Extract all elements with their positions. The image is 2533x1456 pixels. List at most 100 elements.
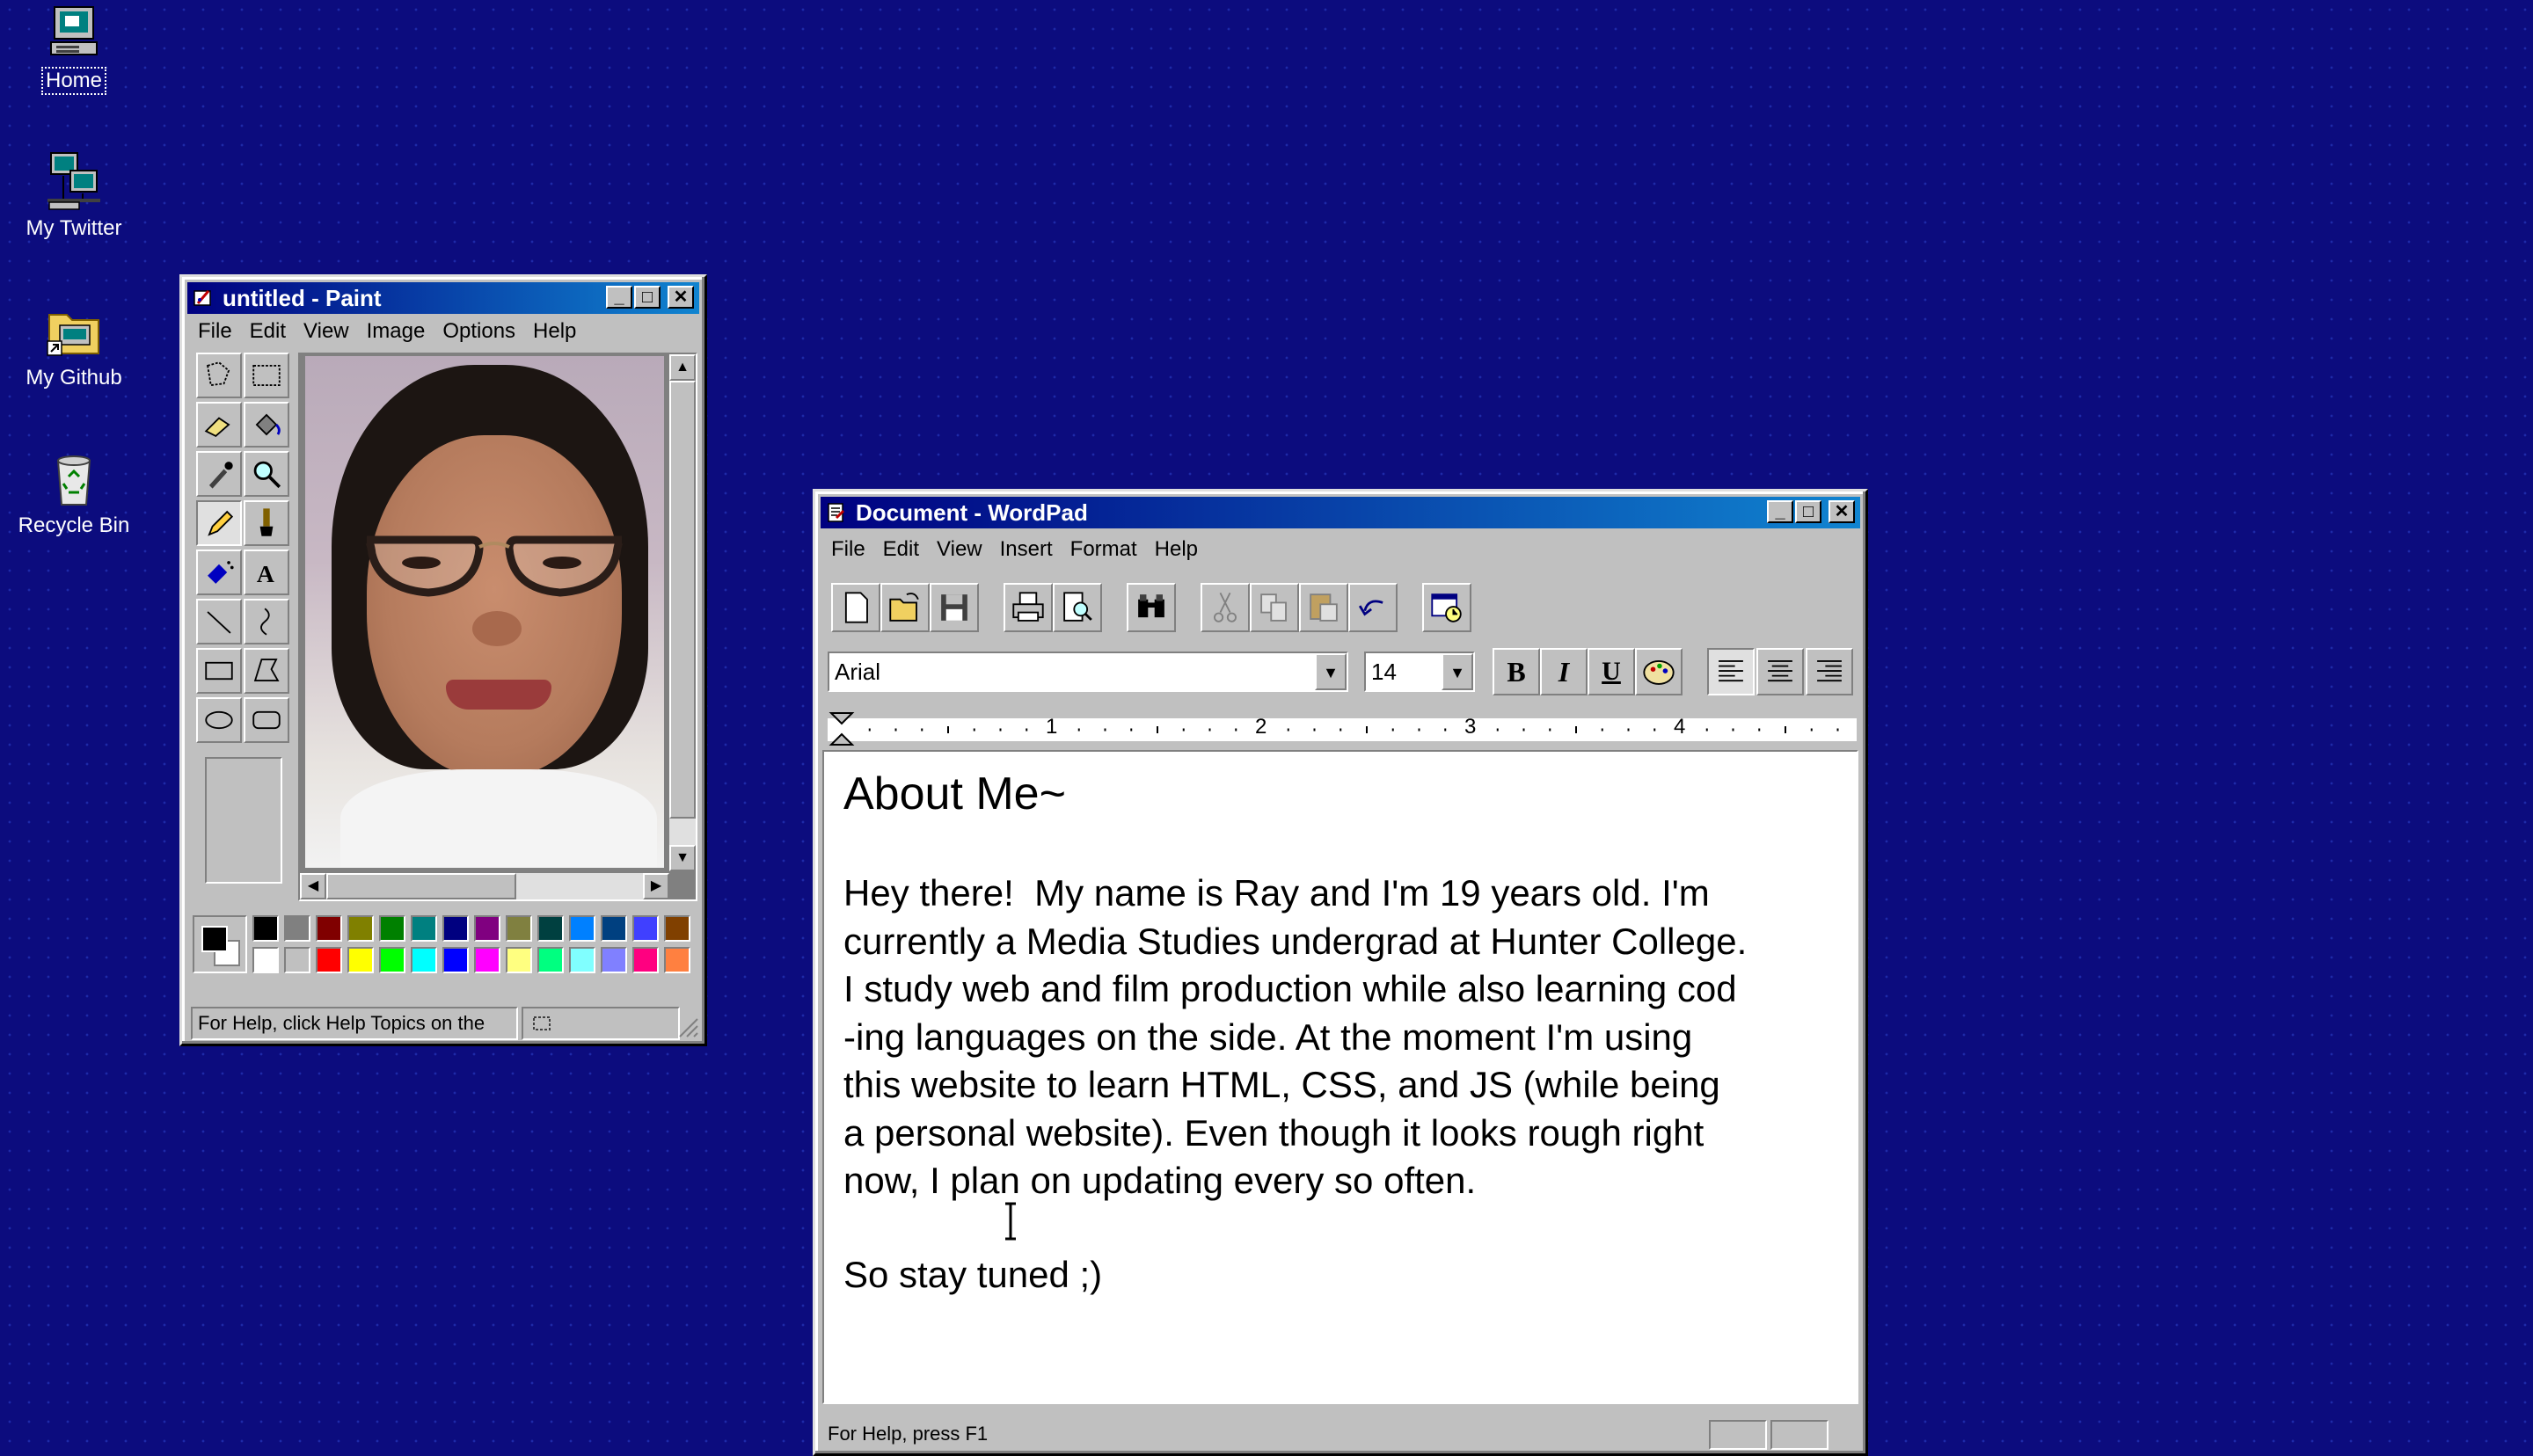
palette-color-swatch[interactable] [316, 915, 342, 942]
save-disk-icon[interactable] [930, 583, 979, 632]
menu-insert[interactable]: Insert [991, 534, 1062, 565]
palette-color-swatch[interactable] [284, 947, 310, 973]
menu-help[interactable]: Help [1146, 534, 1207, 565]
maximize-button[interactable]: □ [634, 286, 661, 309]
palette-color-swatch[interactable] [442, 947, 469, 973]
palette-color-swatch[interactable] [379, 947, 405, 973]
menu-edit[interactable]: Edit [874, 534, 928, 565]
scroll-right-button[interactable]: ▶ [643, 873, 669, 899]
tool-options-panel[interactable] [205, 757, 282, 884]
align-right-icon[interactable] [1806, 648, 1853, 695]
brush-icon[interactable] [244, 500, 289, 546]
fill-bucket-icon[interactable] [244, 402, 289, 448]
wordpad-window[interactable]: Document - WordPad _ □ ✕ File Edit View Ins… [813, 489, 1868, 1456]
palette-color-swatch[interactable] [664, 947, 690, 973]
palette-color-swatch[interactable] [252, 947, 279, 973]
desktop-icon-home[interactable]: Home [4, 2, 144, 95]
airbrush-icon[interactable] [196, 550, 242, 595]
bold-button[interactable]: B [1493, 648, 1540, 695]
open-folder-icon[interactable] [880, 583, 930, 632]
font-name-combobox[interactable]: Arial ▼ [828, 652, 1348, 692]
vertical-scrollbar[interactable]: ▲ ▼ [669, 354, 696, 871]
menu-file[interactable]: File [822, 534, 874, 565]
rectangle-icon[interactable] [196, 648, 242, 694]
menu-options[interactable]: Options [434, 316, 524, 347]
palette-color-swatch[interactable] [601, 947, 627, 973]
current-colors[interactable] [193, 915, 247, 973]
palette-color-swatch[interactable] [537, 947, 564, 973]
palette-color-swatch[interactable] [569, 915, 595, 942]
palette-color-swatch[interactable] [252, 915, 279, 942]
insert-date-time-icon[interactable] [1422, 583, 1471, 632]
resize-grip-icon[interactable] [675, 1014, 699, 1038]
text-icon[interactable]: A [244, 550, 289, 595]
rounded-rect-icon[interactable] [244, 697, 289, 743]
minimize-button[interactable]: _ [1767, 500, 1793, 523]
minimize-button[interactable]: _ [606, 286, 632, 309]
undo-icon[interactable] [1348, 583, 1398, 632]
align-left-icon[interactable] [1707, 648, 1755, 695]
curve-icon[interactable] [244, 599, 289, 644]
underline-button[interactable]: U [1588, 648, 1635, 695]
font-size-combobox[interactable]: 14 ▼ [1364, 652, 1475, 692]
palette-color-swatch[interactable] [411, 915, 437, 942]
menu-help[interactable]: Help [524, 316, 585, 347]
line-icon[interactable] [196, 599, 242, 644]
scroll-thumb-v[interactable] [669, 381, 696, 819]
desktop-icon-recycle-bin[interactable]: Recycle Bin [4, 447, 144, 538]
close-button[interactable]: ✕ [668, 286, 694, 309]
document-area[interactable]: About Me~ Hey there! My name is Ray and … [822, 750, 1858, 1404]
rect-select-icon[interactable] [244, 353, 289, 398]
wordpad-titlebar[interactable]: Document - WordPad _ □ ✕ [821, 497, 1860, 528]
palette-color-swatch[interactable] [474, 915, 500, 942]
paste-clipboard-icon[interactable] [1299, 583, 1348, 632]
free-select-icon[interactable] [196, 353, 242, 398]
eraser-icon[interactable] [196, 402, 242, 448]
scroll-left-button[interactable]: ◀ [300, 873, 326, 899]
menu-file[interactable]: File [189, 316, 241, 347]
palette-color-swatch[interactable] [537, 915, 564, 942]
menu-image[interactable]: Image [358, 316, 434, 347]
palette-color-swatch[interactable] [379, 915, 405, 942]
cut-scissors-icon[interactable] [1201, 583, 1250, 632]
menu-format[interactable]: Format [1062, 534, 1146, 565]
scroll-up-button[interactable]: ▲ [669, 354, 696, 381]
palette-color-swatch[interactable] [632, 947, 659, 973]
menu-view[interactable]: View [295, 316, 358, 347]
paint-titlebar[interactable]: untitled - Paint _ □ ✕ [187, 282, 699, 314]
pencil-icon[interactable] [196, 500, 242, 546]
palette-color-swatch[interactable] [632, 915, 659, 942]
palette-color-swatch[interactable] [411, 947, 437, 973]
font-dropdown-button[interactable]: ▼ [1315, 653, 1347, 690]
magnifier-icon[interactable] [244, 451, 289, 497]
paint-window[interactable]: untitled - Paint _ □ ✕ File Edit View Image… [179, 274, 707, 1046]
palette-color-swatch[interactable] [506, 915, 532, 942]
color-palette-icon[interactable] [1635, 648, 1683, 695]
polygon-icon[interactable] [244, 648, 289, 694]
palette-color-swatch[interactable] [347, 915, 374, 942]
scroll-down-button[interactable]: ▼ [669, 845, 696, 871]
align-center-icon[interactable] [1756, 648, 1804, 695]
palette-color-swatch[interactable] [284, 915, 310, 942]
palette-color-swatch[interactable] [442, 915, 469, 942]
print-icon[interactable] [1004, 583, 1053, 632]
size-dropdown-button[interactable]: ▼ [1442, 653, 1473, 690]
ruler[interactable]: 1 2 3 4 [828, 710, 1857, 748]
desktop-icon-my-twitter[interactable]: My Twitter [4, 149, 144, 241]
portrait-photo[interactable] [305, 356, 664, 868]
italic-button[interactable]: I [1540, 648, 1588, 695]
scroll-thumb-h[interactable] [326, 873, 516, 899]
palette-color-swatch[interactable] [506, 947, 532, 973]
palette-color-swatch[interactable] [601, 915, 627, 942]
close-button[interactable]: ✕ [1829, 500, 1855, 523]
print-preview-icon[interactable] [1053, 583, 1102, 632]
copy-icon[interactable] [1250, 583, 1299, 632]
palette-color-swatch[interactable] [316, 947, 342, 973]
ellipse-icon[interactable] [196, 697, 242, 743]
menu-edit[interactable]: Edit [241, 316, 295, 347]
new-document-icon[interactable] [831, 583, 880, 632]
menu-view[interactable]: View [928, 534, 991, 565]
desktop-icon-my-github[interactable]: My Github [4, 299, 144, 390]
palette-color-swatch[interactable] [347, 947, 374, 973]
palette-color-swatch[interactable] [569, 947, 595, 973]
